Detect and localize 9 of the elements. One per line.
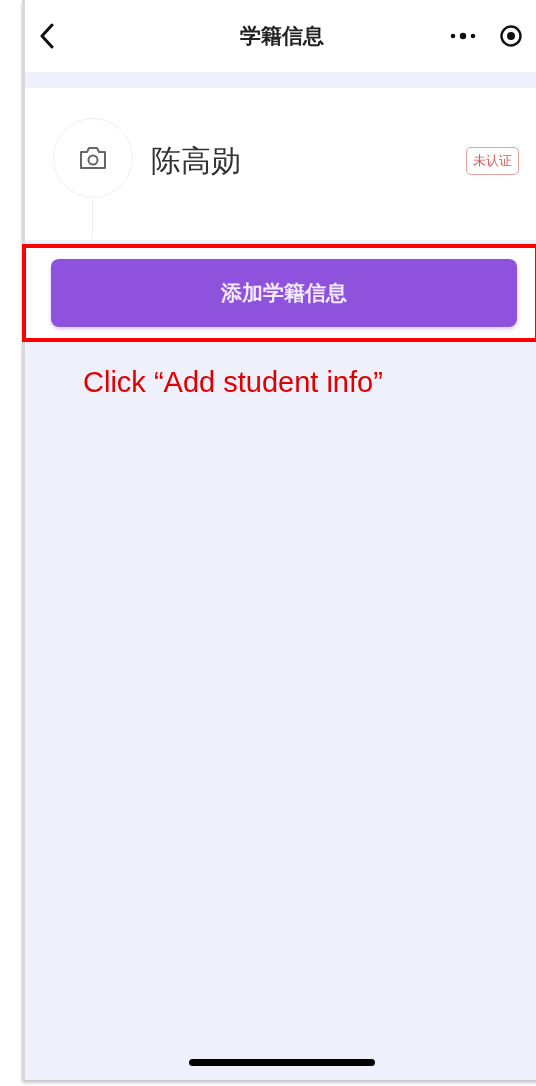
camera-icon [78,145,108,171]
more-icon[interactable] [449,31,477,41]
close-target-icon[interactable] [499,24,523,48]
page-title: 学籍信息 [240,23,324,50]
status-badge: 未认证 [466,147,519,175]
back-icon[interactable] [39,23,55,49]
student-name: 陈高勋 [151,141,241,180]
annotation-text: Click “Add student info” [83,366,383,399]
add-button[interactable]: 添加学籍信息 [51,259,517,327]
